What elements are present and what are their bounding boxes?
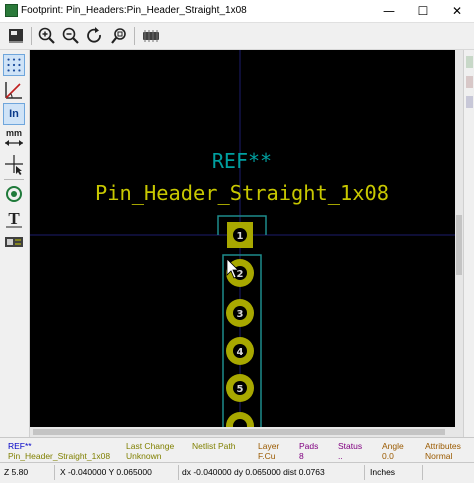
title-bar: Footprint: Pin_Headers:Pin_Header_Straig… <box>0 0 474 23</box>
grid-toggle-icon[interactable] <box>3 54 25 76</box>
svg-text:T: T <box>8 209 20 228</box>
right-tool-icon[interactable] <box>466 56 473 68</box>
polar-coords-icon[interactable] <box>3 79 25 101</box>
msg-value: F.Cu <box>258 451 276 461</box>
pad-number: 5 <box>237 384 244 395</box>
relative-coordinates: dx -0.040000 dy 0.065000 dist 0.0763 <box>182 467 325 477</box>
msg-column-attributes: Attributes Normal <box>425 441 461 461</box>
pad-number: 4 <box>237 347 244 358</box>
close-button[interactable]: ✕ <box>440 0 474 22</box>
msg-header: REF** <box>8 441 32 451</box>
status-divider <box>54 465 55 480</box>
msg-column-layer: Layer F.Cu <box>258 441 279 461</box>
zoom-readout: Z 5.80 <box>4 467 29 477</box>
pad-6[interactable] <box>226 412 254 427</box>
zoom-in-icon[interactable] <box>37 26 57 46</box>
left-toolbar: In mm T <box>0 50 30 452</box>
redraw-icon[interactable] <box>85 26 105 46</box>
horizontal-scrollbar[interactable] <box>30 427 455 437</box>
footprint-chip-icon[interactable] <box>141 26 161 46</box>
minimize-button[interactable]: — <box>372 0 406 22</box>
footprint-view: 1 2 3 4 5 REF** Pin_Header_Straight_1x08 <box>30 50 455 427</box>
reference-text[interactable]: REF** <box>212 149 272 173</box>
status-divider <box>178 465 179 480</box>
toolbar-separator <box>4 179 24 180</box>
msg-column-last-change: Last Change Unknown <box>126 441 174 461</box>
status-divider <box>364 465 365 480</box>
main-toolbar <box>0 23 474 50</box>
msg-header: Layer <box>258 441 280 451</box>
msg-value: .. <box>338 451 343 461</box>
pad-number: 2 <box>237 269 244 280</box>
cursor-shape-icon[interactable] <box>3 153 25 175</box>
msg-value: Normal <box>425 451 453 461</box>
status-bar: Z 5.80 X -0.040000 Y 0.065000 dx -0.0400… <box>0 462 474 483</box>
cursor-coordinates: X -0.040000 Y 0.065000 <box>60 467 152 477</box>
msg-value: Pin_Header_Straight_1x08 <box>8 451 111 461</box>
msg-header: Netlist Path <box>192 441 236 451</box>
window-title: Footprint: Pin_Headers:Pin_Header_Straig… <box>21 5 247 16</box>
horizontal-scroll-thumb[interactable] <box>33 429 445 435</box>
text-sketch-icon[interactable]: T <box>3 207 25 229</box>
pad-5[interactable]: 5 <box>226 374 254 402</box>
vertical-scroll-thumb[interactable] <box>456 215 462 275</box>
drawing-canvas[interactable]: 1 2 3 4 5 REF** Pin_Header_Straight_1x08 <box>30 50 455 427</box>
right-tool-icon[interactable] <box>466 76 473 88</box>
pad-3[interactable]: 3 <box>226 299 254 327</box>
msg-column-reference: REF** Pin_Header_Straight_1x08 <box>8 441 110 461</box>
msg-header: Angle <box>382 441 404 451</box>
status-divider <box>422 465 423 480</box>
maximize-button[interactable]: ☐ <box>406 0 440 22</box>
zoom-fit-icon[interactable] <box>109 26 129 46</box>
mm-arrow-icon <box>5 140 23 146</box>
show-module-edge-icon[interactable] <box>3 231 25 253</box>
pad-4[interactable]: 4 <box>226 337 254 365</box>
right-toolbar <box>463 50 474 437</box>
msg-header: Last Change <box>126 441 175 451</box>
units-readout: Inches <box>370 467 396 477</box>
msg-value: Unknown <box>126 451 162 461</box>
msg-column-angle: Angle 0.0 <box>382 441 404 461</box>
toolbar-separator <box>134 27 135 45</box>
value-text[interactable]: Pin_Header_Straight_1x08 <box>95 181 389 205</box>
footprint-icon[interactable] <box>6 26 26 46</box>
msg-header: Status <box>338 441 363 451</box>
mm-label: mm <box>5 128 22 138</box>
pad-number: 1 <box>237 231 244 242</box>
app-icon <box>5 4 18 17</box>
vertical-scrollbar[interactable] <box>455 50 463 437</box>
toolbar-separator <box>31 27 32 45</box>
right-tool-icon[interactable] <box>466 96 473 108</box>
units-inches-button[interactable]: In <box>3 103 25 125</box>
pad-number: 3 <box>237 309 244 320</box>
message-panel: REF** Pin_Header_Straight_1x08 Last Chan… <box>0 437 474 463</box>
pad-sketch-icon[interactable] <box>3 183 25 205</box>
msg-column-netlist-path: Netlist Path <box>192 441 235 451</box>
msg-value: 0.0 <box>382 451 394 461</box>
msg-value: 8 <box>299 451 304 461</box>
zoom-out-icon[interactable] <box>61 26 81 46</box>
msg-header: Attributes <box>425 441 461 451</box>
pad-1[interactable]: 1 <box>227 222 253 248</box>
msg-column-pads: Pads 8 <box>299 441 318 461</box>
msg-header: Pads <box>299 441 319 451</box>
units-mm-button[interactable]: mm <box>3 128 25 150</box>
msg-column-status: Status .. <box>338 441 362 461</box>
